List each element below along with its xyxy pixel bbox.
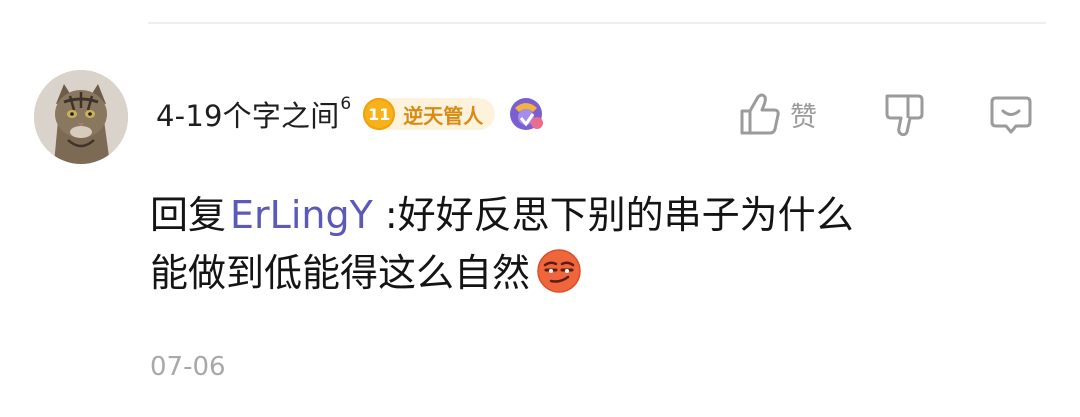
comment-text-line-1: :好好反思下别的串子为什么	[372, 193, 854, 237]
comment-date: 07-06	[150, 352, 226, 382]
comment-bubble-icon	[990, 96, 1032, 134]
reply-prefix: 回复	[150, 193, 227, 237]
comment-actions: 赞	[0, 90, 1080, 140]
like-button[interactable]: 赞	[738, 91, 817, 137]
thumbs-up-icon	[740, 93, 780, 135]
comment-body: 回复 ErLingY :好好反思下别的串子为什么 能做到低能得这么自然	[150, 186, 1030, 302]
comment-text-line-2: 能做到低能得这么自然	[150, 251, 531, 295]
reply-button[interactable]	[988, 92, 1034, 138]
top-divider	[148, 22, 1046, 24]
comment-line-2: 能做到低能得这么自然	[150, 244, 1030, 302]
comment-line-1: 回复 ErLingY :好好反思下别的串子为什么	[150, 186, 1030, 244]
smirk-face-emoji	[537, 249, 581, 293]
thumbs-down-icon	[885, 94, 924, 137]
like-label: 赞	[790, 101, 817, 133]
mention-link[interactable]: ErLingY	[230, 193, 373, 237]
dislike-button[interactable]	[882, 92, 926, 138]
